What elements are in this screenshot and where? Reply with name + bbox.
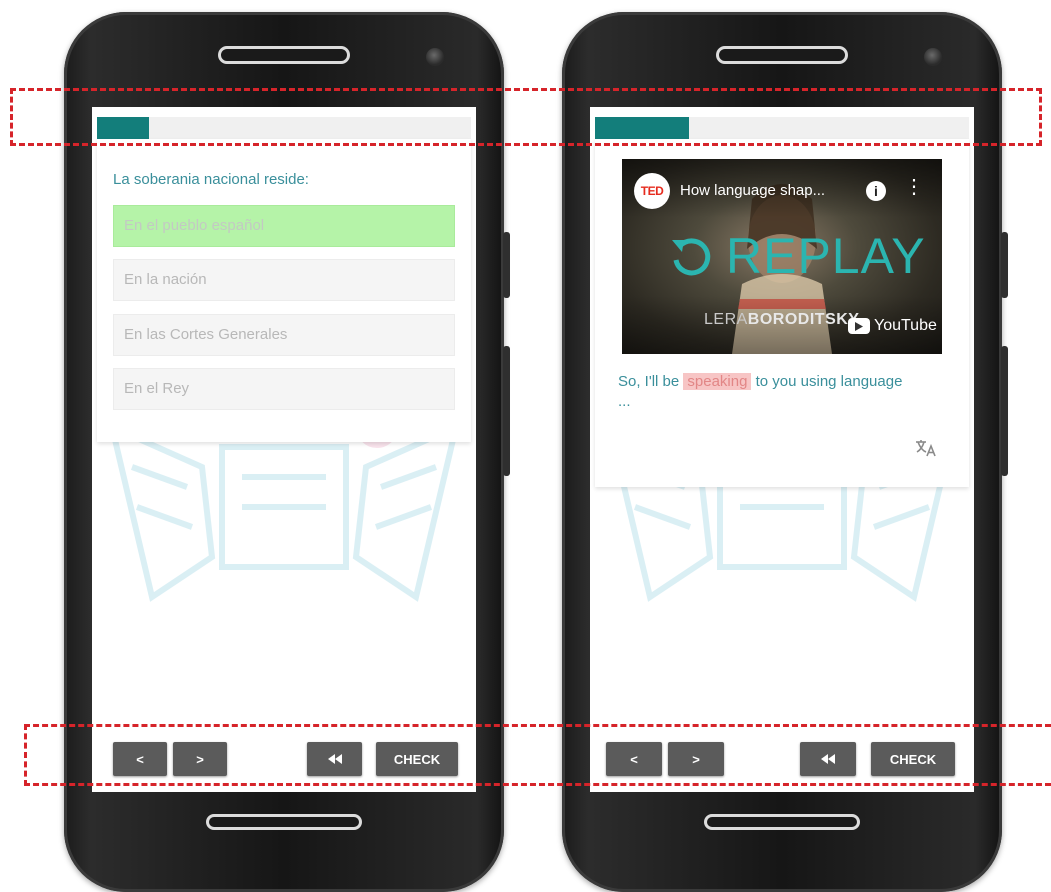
video-title[interactable]: How language shap...	[680, 182, 825, 199]
front-camera	[924, 48, 942, 66]
video-player[interactable]: TED How language shap... i ⋮ REPLAY LERA…	[622, 159, 942, 354]
quiz-screen: La soberania nacional reside: En el pueb…	[92, 107, 476, 792]
question-card: La soberania nacional reside: En el pueb…	[97, 139, 471, 442]
highlight-box-bottom	[24, 724, 1051, 786]
transcript-before: So, I'll be	[618, 373, 680, 390]
replay-label: REPLAY	[726, 228, 926, 284]
earpiece-speaker	[218, 46, 350, 64]
speaker-first-name: LERA	[704, 311, 748, 328]
replay-button[interactable]: REPLAY	[668, 227, 926, 285]
power-button	[503, 346, 510, 476]
transcript-line: So, I'll be speaking to you using langua…	[618, 371, 948, 393]
transcript-ellipsis: ...	[618, 393, 631, 410]
question-text: La soberania nacional reside:	[113, 171, 309, 188]
home-button[interactable]	[704, 814, 860, 830]
youtube-logo[interactable]: YouTube	[848, 317, 937, 335]
answer-option-4[interactable]: En el Rey	[113, 368, 455, 410]
info-icon[interactable]: i	[866, 181, 886, 201]
earpiece-speaker	[716, 46, 848, 64]
highlight-box-top	[10, 88, 1042, 146]
power-button	[1001, 346, 1008, 476]
answer-option-1[interactable]: En el pueblo español	[113, 205, 455, 247]
video-screen: TED How language shap... i ⋮ REPLAY LERA…	[590, 107, 974, 792]
speaker-last-name: BORODITSKY	[747, 311, 860, 328]
ted-channel-logo[interactable]: TED	[634, 173, 670, 209]
replay-icon	[672, 238, 711, 276]
more-vertical-icon[interactable]: ⋮	[904, 177, 924, 197]
ted-logo-text: TED	[640, 184, 664, 198]
volume-button	[503, 232, 510, 298]
home-button[interactable]	[206, 814, 362, 830]
video-card: TED How language shap... i ⋮ REPLAY LERA…	[595, 139, 969, 487]
youtube-label: YouTube	[874, 317, 937, 334]
speaker-name: LERABORODITSKY	[704, 311, 859, 329]
translate-icon[interactable]	[915, 439, 937, 457]
youtube-play-icon	[848, 318, 870, 334]
answer-option-3[interactable]: En las Cortes Generales	[113, 314, 455, 356]
transcript-after: to you using language	[755, 373, 903, 390]
volume-button	[1001, 232, 1008, 298]
answer-option-2[interactable]: En la nación	[113, 259, 455, 301]
highlighted-word[interactable]: speaking	[683, 373, 752, 390]
front-camera	[426, 48, 444, 66]
